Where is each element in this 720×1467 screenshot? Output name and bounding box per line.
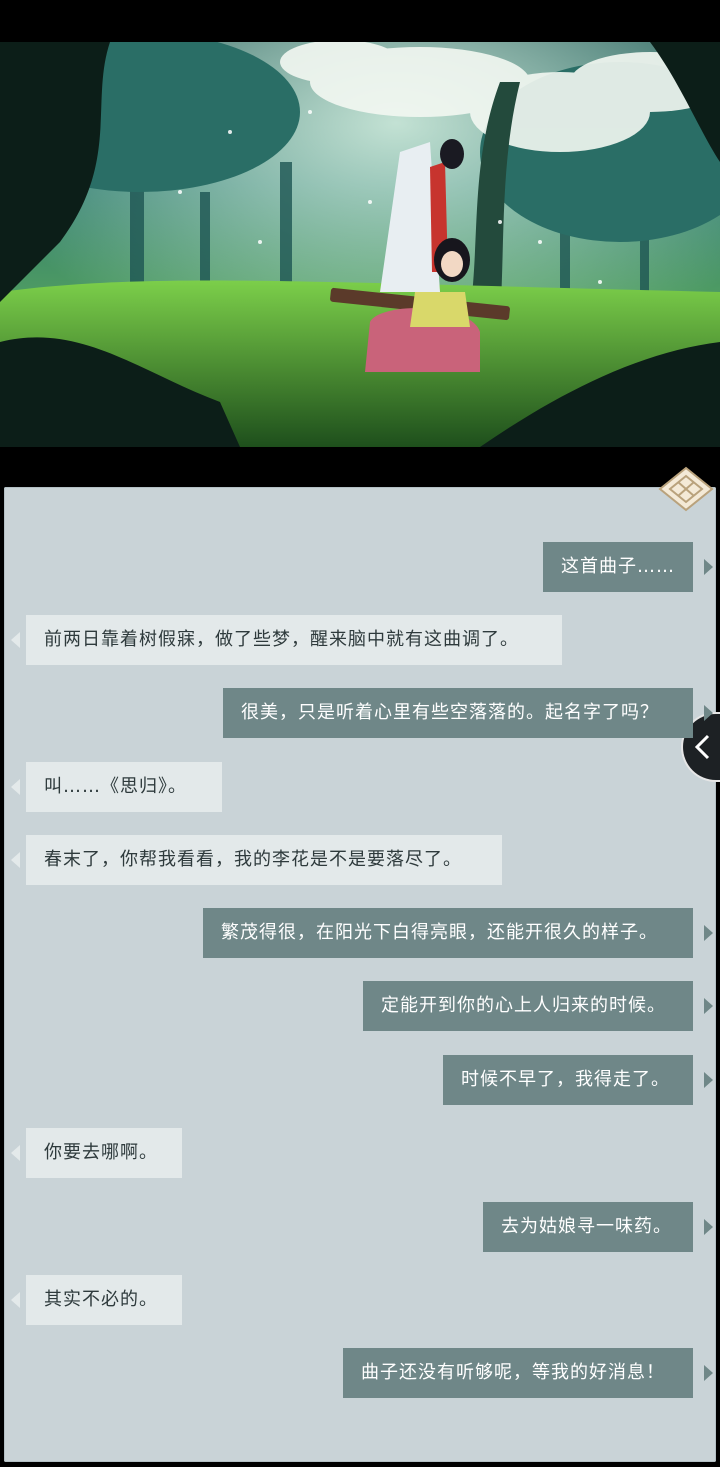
bubble-arrow (11, 632, 20, 648)
chat-message-npc: 春末了，你帮我看看，我的李花是不是要落尽了。 (26, 835, 502, 885)
chat-message-player: 去为姑娘寻一味药。 (483, 1202, 693, 1252)
chevron-left-icon (694, 734, 710, 760)
bubble-arrow (704, 705, 713, 721)
story-illustration (0, 42, 720, 447)
chat-message-player: 时候不早了，我得走了。 (443, 1055, 693, 1105)
bubble-arrow (11, 1145, 20, 1161)
chat-message-player: 曲子还没有听够呢，等我的好消息！ (343, 1348, 693, 1398)
bubble-arrow (704, 998, 713, 1014)
bubble-arrow (704, 1219, 713, 1235)
diamond-emblem-icon[interactable] (658, 466, 714, 512)
bubble-arrow (704, 559, 713, 575)
chat-message-npc: 其实不必的。 (26, 1275, 182, 1325)
forest-scene-art (0, 42, 720, 447)
chat-message-player: 这首曲子…… (543, 542, 693, 592)
bubble-arrow (704, 1072, 713, 1088)
bubble-arrow (11, 1292, 20, 1308)
bubble-arrow (704, 925, 713, 941)
bubble-arrow (11, 852, 20, 868)
bubble-arrow (704, 1365, 713, 1381)
chat-message-player: 繁茂得很，在阳光下白得亮眼，还能开很久的样子。 (203, 908, 693, 958)
chat-message-npc: 叫……《思归》。 (26, 762, 222, 812)
chat-message-npc: 前两日靠着树假寐，做了些梦，醒来脑中就有这曲调了。 (26, 615, 562, 665)
chat-message-npc: 你要去哪啊。 (26, 1128, 182, 1178)
bubble-arrow (11, 779, 20, 795)
chat-message-player: 很美，只是听着心里有些空落落的。起名字了吗？ (223, 688, 693, 738)
chat-message-player: 定能开到你的心上人归来的时候。 (363, 981, 693, 1031)
